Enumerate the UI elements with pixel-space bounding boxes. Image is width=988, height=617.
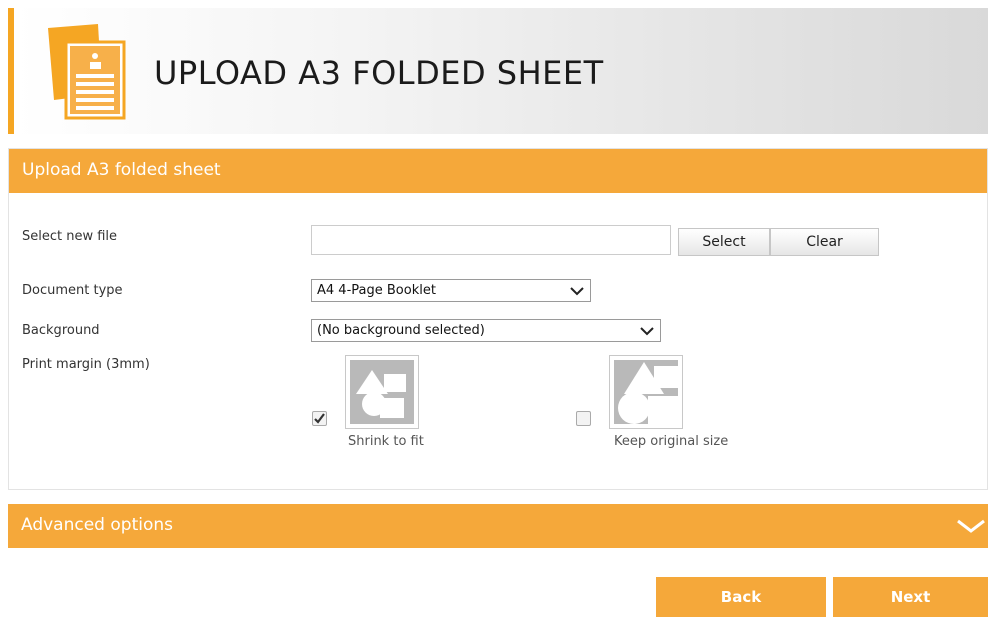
advanced-options-label: Advanced options: [21, 515, 173, 535]
keep-original-size-checkbox[interactable]: [576, 411, 591, 426]
chevron-down-icon: [570, 287, 584, 296]
document-type-label: Document type: [22, 283, 123, 298]
page-title: UPLOAD A3 FOLDED SHEET: [154, 54, 604, 92]
page-header: UPLOAD A3 FOLDED SHEET: [8, 8, 988, 134]
background-label: Background: [22, 323, 100, 338]
back-button[interactable]: Back: [656, 577, 826, 617]
clear-file-button[interactable]: Clear: [770, 228, 879, 256]
shrink-to-fit-checkbox[interactable]: [312, 411, 327, 426]
chevron-down-icon: [640, 327, 654, 336]
upload-page: UPLOAD A3 FOLDED SHEET Upload A3 folded …: [0, 0, 988, 617]
checkmark-icon: [314, 413, 325, 424]
select-file-button[interactable]: Select: [678, 228, 770, 256]
upload-form-panel: Upload A3 folded sheet Select new file S…: [8, 148, 988, 490]
keep-original-size-caption: Keep original size: [614, 434, 729, 449]
keep-original-size-icon: [618, 362, 678, 424]
shrink-to-fit-thumbnail[interactable]: [345, 355, 419, 429]
print-margin-label: Print margin (3mm): [22, 357, 150, 372]
background-select[interactable]: (No background selected): [311, 319, 661, 342]
section-title: Upload A3 folded sheet: [9, 149, 987, 193]
advanced-options-toggle[interactable]: Advanced options: [8, 504, 988, 548]
file-path-input[interactable]: [311, 225, 671, 255]
document-type-value: A4 4-Page Booklet: [317, 283, 436, 298]
shrink-to-fit-icon: [356, 370, 406, 418]
document-stack-icon: [48, 24, 126, 120]
shrink-to-fit-caption: Shrink to fit: [348, 434, 424, 449]
document-type-select[interactable]: A4 4-Page Booklet: [311, 279, 591, 302]
chevron-down-icon: [957, 519, 985, 533]
select-file-label: Select new file: [22, 229, 118, 244]
background-value: (No background selected): [317, 323, 485, 338]
keep-original-size-thumbnail[interactable]: [609, 355, 683, 429]
next-button[interactable]: Next: [833, 577, 988, 617]
